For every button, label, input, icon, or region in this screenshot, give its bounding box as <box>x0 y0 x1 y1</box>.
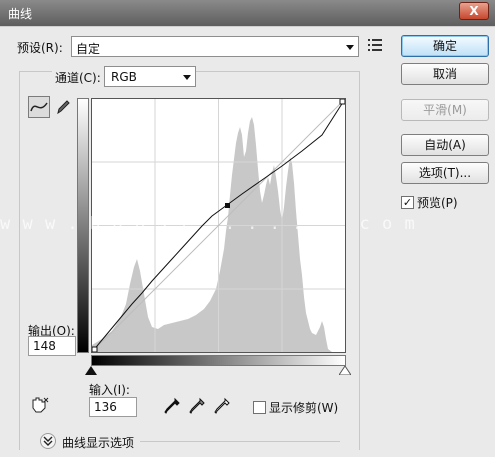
curve-graph-canvas[interactable] <box>91 98 346 353</box>
gray-eyedropper-icon[interactable] <box>188 397 206 415</box>
output-gradient-bar <box>77 98 89 353</box>
cancel-button[interactable]: 取消 <box>401 63 489 85</box>
white-eyedropper-icon[interactable] <box>213 397 231 415</box>
channel-label: 通道(C): <box>52 69 104 86</box>
chevron-down-icon <box>183 75 191 80</box>
input-gradient-bar <box>91 355 346 366</box>
black-eyedropper-icon[interactable] <box>163 397 181 415</box>
chevron-down-icon <box>346 45 354 50</box>
curve-options-expander[interactable] <box>40 433 56 449</box>
title-bar: 曲线 X <box>0 0 495 26</box>
preset-label: 预设(R): <box>17 41 63 55</box>
preset-value: 自定 <box>76 42 101 56</box>
preview-checkbox[interactable]: ✓ <box>401 196 414 209</box>
divider <box>140 441 340 442</box>
curve-tool-icon <box>30 102 48 112</box>
curve-endpoint-white[interactable] <box>339 98 346 105</box>
histogram <box>92 117 332 352</box>
white-point-slider[interactable] <box>339 366 351 375</box>
output-field[interactable]: 148 <box>28 336 76 356</box>
black-point-slider[interactable] <box>85 366 97 375</box>
window-title: 曲线 <box>8 7 33 21</box>
pencil-tool-button[interactable] <box>52 96 74 118</box>
pencil-icon <box>57 100 70 115</box>
curve-endpoint-black[interactable] <box>91 346 98 353</box>
ok-button[interactable]: 确定 <box>401 35 489 57</box>
auto-button[interactable]: 自动(A) <box>401 134 489 156</box>
smooth-button[interactable]: 平滑(M) <box>401 99 489 121</box>
hand-adjust-icon[interactable] <box>30 396 50 414</box>
preset-dropdown[interactable]: 自定 <box>71 36 359 57</box>
curve-control-point[interactable] <box>225 203 230 208</box>
show-clipping-checkbox[interactable] <box>253 401 266 414</box>
preview-label: 预览(P) <box>417 196 458 210</box>
input-field[interactable]: 136 <box>89 397 137 417</box>
close-button[interactable]: X <box>459 2 489 20</box>
curve-graph[interactable] <box>91 98 346 353</box>
show-clipping-label: 显示修剪(W) <box>269 401 339 415</box>
curve-point-tool-button[interactable] <box>28 96 50 118</box>
channel-dropdown[interactable]: RGB <box>104 66 196 87</box>
input-label: 输入(I): <box>89 383 130 397</box>
menu-icon[interactable] <box>368 38 382 52</box>
curve-options-label: 曲线显示选项 <box>62 436 135 450</box>
options-button[interactable]: 选项(T)... <box>401 162 489 184</box>
chevron-down-icon <box>43 436 53 446</box>
channel-value: RGB <box>111 70 137 84</box>
